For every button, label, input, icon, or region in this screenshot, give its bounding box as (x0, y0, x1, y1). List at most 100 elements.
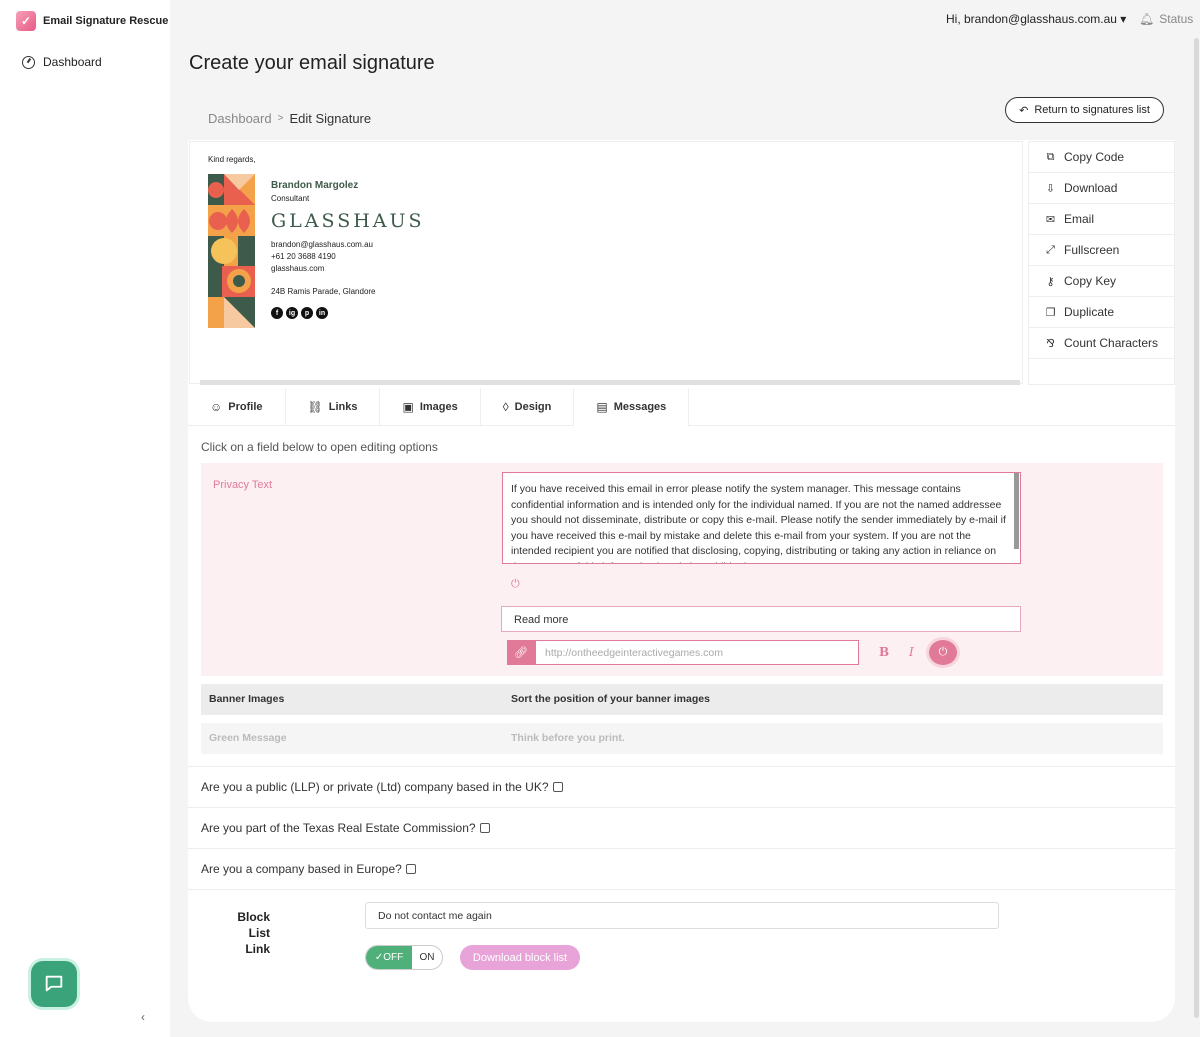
instagram-icon[interactable]: ig (286, 307, 298, 319)
collapse-sidebar-button[interactable]: ‹ (141, 1010, 145, 1024)
sig-role: Consultant (271, 194, 310, 203)
sig-phone[interactable]: +61 20 3688 4190 (271, 252, 336, 261)
user-icon: ☺ (210, 400, 223, 414)
europe-company-checkbox[interactable] (405, 864, 416, 874)
editor-card: Kind regards, Brandon Margolez Consultan… (188, 140, 1175, 1022)
block-list-label: Block List Link (216, 909, 270, 957)
count-icon: ⅋ (1046, 337, 1055, 350)
tab-messages[interactable]: ▤ Messages (574, 388, 690, 426)
app-name: Email Signature Rescue (43, 15, 169, 27)
tab-design[interactable]: ◊ Design (481, 388, 575, 426)
linkedin-icon[interactable]: in (316, 307, 328, 319)
privacy-text-row[interactable]: Privacy Text If you have received this e… (201, 463, 1163, 676)
action-label: Download (1064, 181, 1118, 195)
power-icon[interactable]: ⏻ (511, 578, 520, 591)
tab-label: Images (419, 401, 458, 413)
copy-icon: ⧉ (1046, 150, 1055, 163)
banner-images-label: Banner Images (209, 693, 285, 705)
question-texas-commission: Are you part of the Texas Real Estate Co… (188, 807, 1175, 848)
tab-images[interactable]: ▣ Images (380, 388, 481, 426)
reply-arrow-icon: ↶ (1019, 104, 1029, 117)
green-message-value: Think before you print. (511, 732, 625, 744)
sig-pattern-image (208, 174, 255, 328)
question-label: Are you a public (LLP) or private (Ltd) … (201, 780, 549, 794)
breadcrumb-dashboard[interactable]: Dashboard (208, 111, 272, 126)
action-panel: ⧉ Copy Code ⇩ Download ✉ Email ⤢ Fullscreen … (1028, 141, 1175, 385)
power-toggle-button[interactable]: ⏻ (929, 640, 957, 665)
gauge-icon (22, 55, 35, 69)
breadcrumb-current: Edit Signature (289, 111, 372, 126)
page-title: Create your email signature (189, 52, 435, 74)
tab-label: Profile (228, 401, 263, 413)
bell-icon: 🔔︎ (1139, 12, 1155, 26)
chat-bubble-icon (45, 975, 63, 992)
droplet-icon: ◊ (502, 400, 509, 414)
signature-preview: Kind regards, Brandon Margolez Consultan… (189, 141, 1023, 384)
message-icon: ▤ (596, 400, 608, 414)
action-label: Email (1064, 212, 1095, 226)
sig-email[interactable]: brandon@glasshaus.com.au (271, 240, 373, 249)
sig-name: Brandon Margolez (271, 180, 359, 191)
toggle-off[interactable]: ✓OFF (366, 946, 412, 969)
brand[interactable]: ✓ Email Signature Rescue (16, 11, 168, 31)
read-more-url-input[interactable]: http://ontheedgeinteractivegames.com (535, 640, 859, 665)
expand-icon: ⤢ (1046, 243, 1055, 256)
block-list-link-input[interactable]: Do not contact me again (365, 902, 999, 929)
chat-button[interactable] (31, 961, 77, 1007)
banner-images-row[interactable]: Banner Images Sort the position of your … (201, 684, 1163, 715)
sig-greeting: Kind regards, (208, 155, 256, 164)
facebook-icon[interactable]: f (271, 307, 283, 319)
sig-social-icons: f ig p in (271, 307, 328, 319)
copy-key-button[interactable]: ⚷ Copy Key (1029, 266, 1174, 297)
status-label: Status (1159, 12, 1194, 26)
action-label: Count Characters (1064, 336, 1159, 350)
duplicate-button[interactable]: ❐ Duplicate (1029, 297, 1174, 328)
privacy-text-label: Privacy Text (213, 479, 273, 491)
italic-button[interactable]: I (909, 645, 914, 659)
tab-links[interactable]: ⛓ Links (286, 388, 381, 426)
return-to-list-button[interactable]: ↶ Return to signatures list (1005, 97, 1164, 123)
toggle-on[interactable]: ON (412, 946, 442, 969)
preview-scrollbar[interactable] (200, 380, 1020, 385)
read-more-input[interactable]: Read more (501, 606, 1021, 632)
envelope-icon: ✉ (1045, 213, 1056, 226)
breadcrumb: Dashboard > Edit Signature (208, 111, 371, 126)
bold-button[interactable]: B (879, 645, 889, 659)
tab-label: Links (328, 401, 358, 413)
texas-commission-checkbox[interactable] (479, 823, 490, 833)
privacy-text-scrollbar[interactable] (1014, 473, 1019, 549)
link-icon: ⛓ (307, 400, 323, 414)
status-link[interactable]: 🔔︎ Status (1139, 12, 1193, 26)
green-message-row[interactable]: Green Message Think before you print. (201, 723, 1163, 754)
breadcrumb-separator: > (277, 113, 284, 124)
count-characters-button[interactable]: ⅋ Count Characters (1029, 328, 1174, 359)
download-button[interactable]: ⇩ Download (1029, 173, 1174, 204)
key-icon: ⚷ (1046, 275, 1055, 288)
green-message-label: Green Message (209, 732, 287, 744)
email-button[interactable]: ✉ Email (1029, 204, 1174, 235)
sidebar-item-dashboard[interactable]: Dashboard (22, 55, 102, 69)
privacy-text-area[interactable]: If you have received this email in error… (502, 472, 1021, 564)
link-icon[interactable]: 🔗︎ (507, 640, 535, 665)
copy-code-button[interactable]: ⧉ Copy Code (1029, 142, 1174, 173)
page-scrollbar[interactable] (1194, 38, 1199, 1018)
image-icon: ▣ (402, 400, 414, 414)
block-list-label-line1: Block List (237, 910, 270, 940)
sig-website[interactable]: glasshaus.com (271, 264, 324, 273)
question-label: Are you a company based in Europe? (201, 862, 402, 876)
fullscreen-button[interactable]: ⤢ Fullscreen (1029, 235, 1174, 266)
tab-label: Design (514, 401, 552, 413)
pinterest-icon[interactable]: p (301, 307, 313, 319)
banner-images-value: Sort the position of your banner images (511, 693, 710, 705)
block-list-toggle[interactable]: ✓OFF ON (365, 945, 443, 970)
sidebar-item-label: Dashboard (43, 55, 102, 69)
question-europe-company: Are you a company based in Europe? (188, 848, 1175, 889)
download-block-list-button[interactable]: Download block list (460, 945, 580, 970)
uk-company-checkbox[interactable] (552, 782, 563, 792)
sidebar: ✓ Email Signature Rescue Dashboard ‹ (0, 0, 170, 1037)
action-label: Copy Key (1064, 274, 1117, 288)
user-menu[interactable]: Hi, brandon@glasshaus.com.au ▾ (946, 12, 1126, 26)
tab-profile[interactable]: ☺ Profile (188, 388, 286, 426)
action-label: Duplicate (1064, 305, 1115, 319)
question-uk-company: Are you a public (LLP) or private (Ltd) … (188, 766, 1175, 807)
